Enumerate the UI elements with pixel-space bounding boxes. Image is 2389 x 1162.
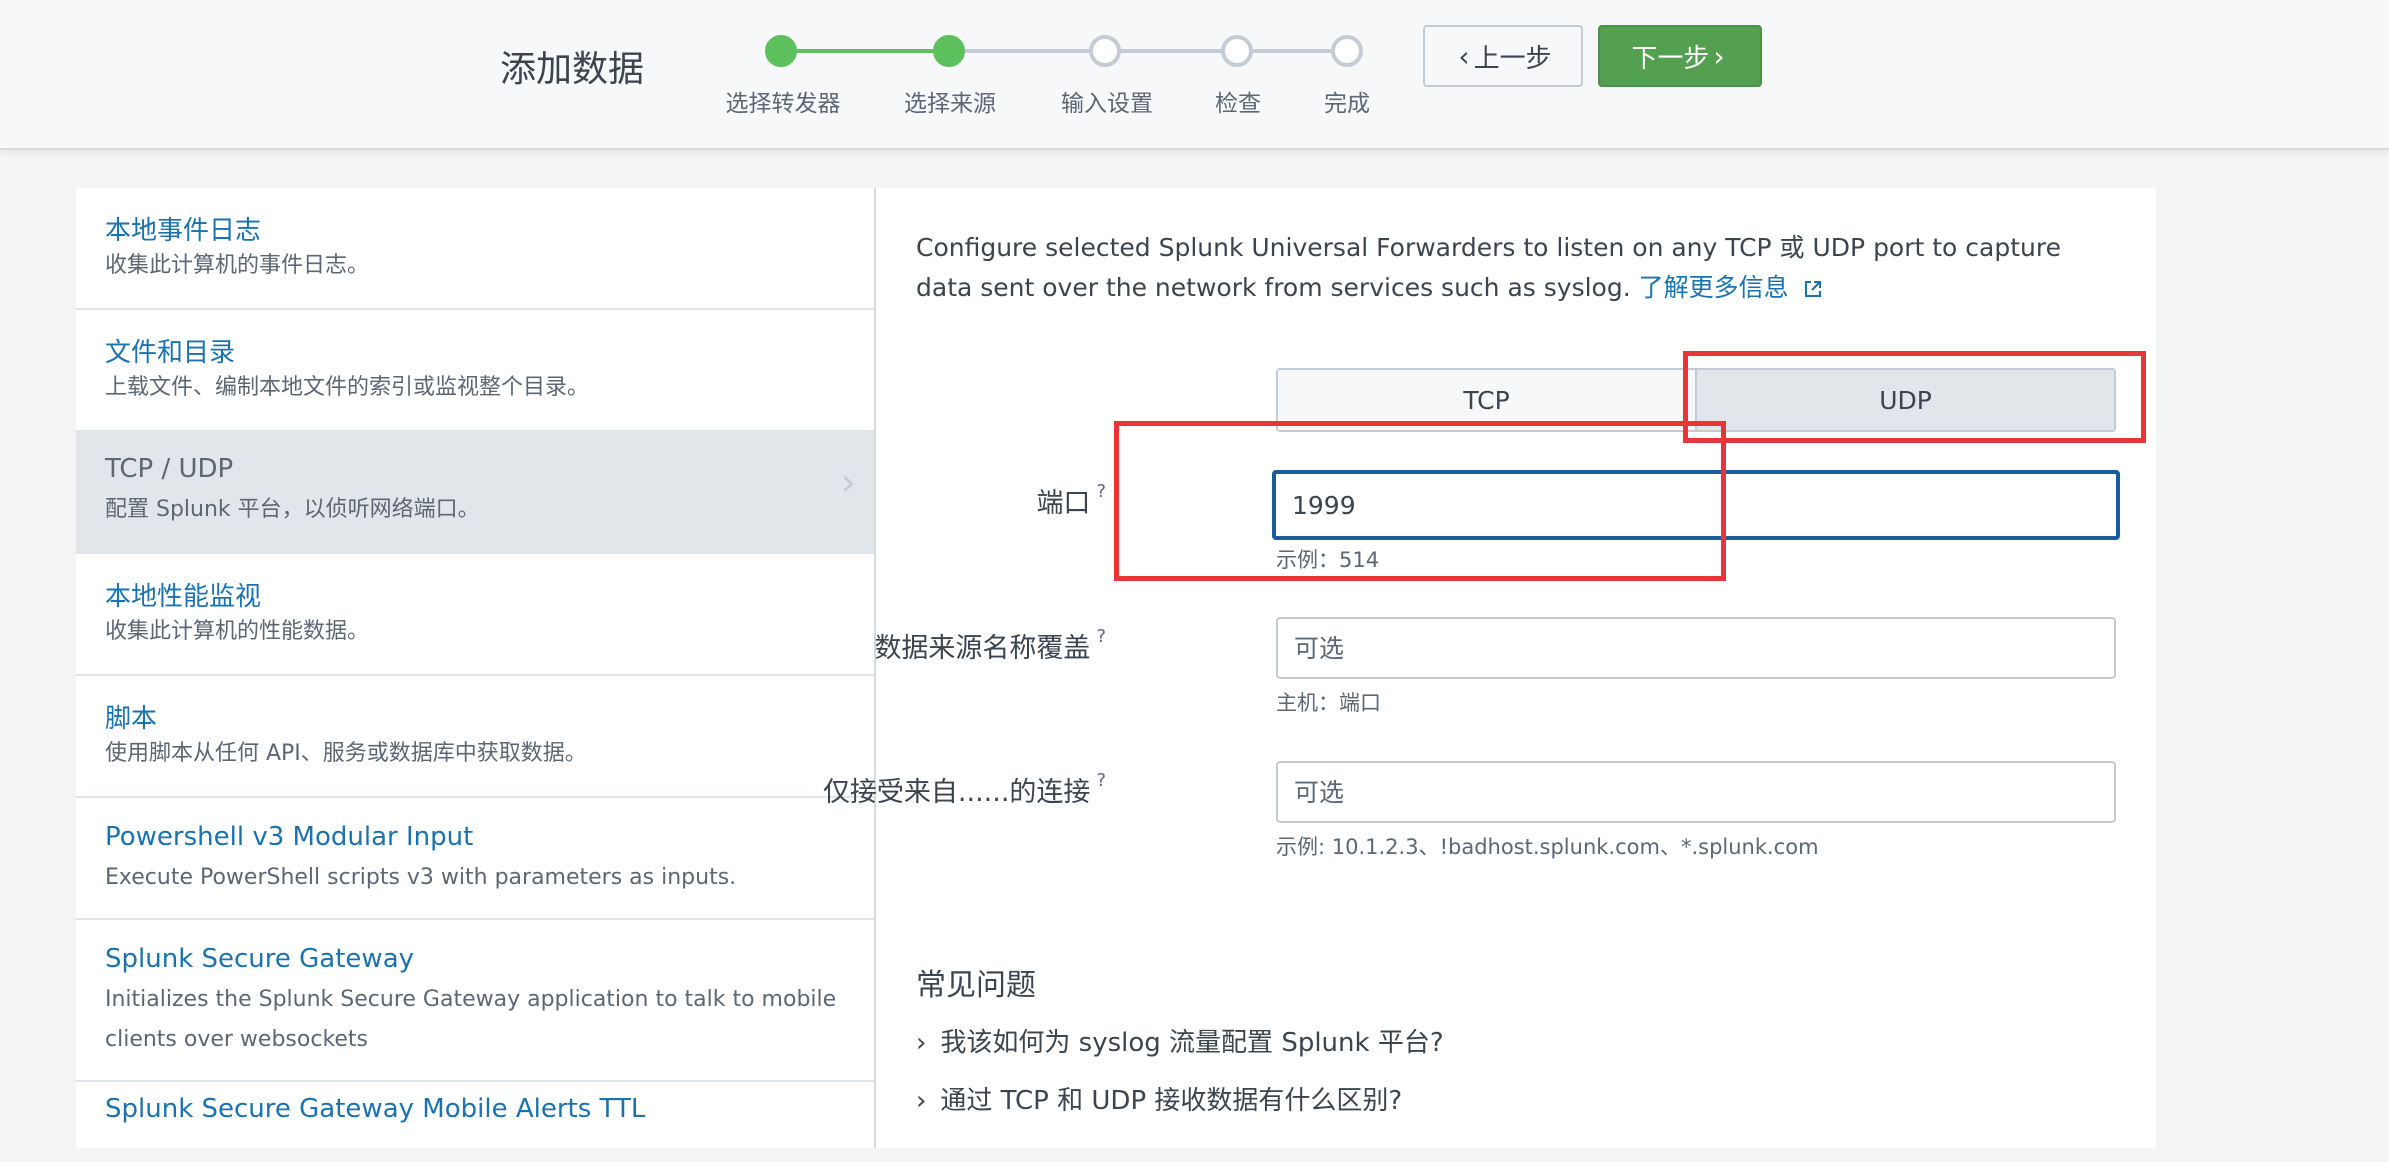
port-label-text: 端口 (1036, 488, 1091, 519)
source-desc: Execute PowerShell scripts v3 with param… (105, 865, 737, 890)
source-item-secure-gateway[interactable]: Splunk Secure Gateway Initializes the Sp… (76, 920, 874, 1082)
next-button[interactable]: 下一步 › (1598, 25, 1762, 87)
step-dot-4 (1221, 35, 1253, 67)
main-panel: Configure selected Splunk Universal Forw… (823, 188, 2156, 1148)
port-input[interactable] (1272, 470, 2120, 540)
help-question-icon[interactable]: ? (1096, 626, 1106, 647)
source-override-help: 主机：端口 (1276, 691, 1381, 715)
source-override-label: 数据来源名称覆盖? (874, 626, 1106, 665)
source-title: Splunk Secure Gateway (105, 944, 415, 974)
faq-item-syslog[interactable]: › 我该如何为 syslog 流量配置 Splunk 平台? (916, 1022, 1444, 1059)
source-title: 本地事件日志 (105, 216, 262, 246)
tcp-button[interactable]: TCP (1278, 370, 1695, 430)
intro-description: Configure selected Splunk Universal Forw… (916, 233, 2061, 302)
step-dot-5 (1331, 35, 1363, 67)
source-desc: Initializes the Splunk Secure Gateway ap… (105, 987, 837, 1052)
chevron-right-icon: › (916, 1086, 927, 1116)
port-label: 端口? (1036, 481, 1106, 520)
source-list: 本地事件日志 收集此计算机的事件日志。 文件和目录 上载文件、编制本地文件的索引… (76, 188, 876, 1148)
source-desc: 上载文件、编制本地文件的索引或监视整个目录。 (105, 375, 590, 400)
accept-from-label-text: 仅接受来自......的连接 (822, 777, 1091, 808)
step-label: 完成 (1324, 91, 1370, 117)
protocol-toggle: TCP UDP (1276, 368, 2116, 432)
header-bar: 添加数据 选择转发器 选择来源 输入设置 检查 完成 ‹ 上一步 下一步 › (0, 0, 2389, 150)
port-help: 示例：514 (1276, 548, 1380, 572)
step-label: 检查 (1215, 91, 1261, 117)
source-title: Powershell v3 Modular Input (105, 822, 474, 852)
source-item-scripts[interactable]: 脚本 使用脚本从任何 API、服务或数据库中获取数据。 (76, 676, 874, 798)
step-connector (949, 49, 1105, 53)
chevron-right-icon: › (1713, 39, 1725, 73)
learn-more-link[interactable]: 了解更多信息 (1639, 273, 1823, 302)
learn-more-label: 了解更多信息 (1638, 273, 1789, 302)
step-connector (1105, 49, 1237, 53)
step-dot-1 (765, 35, 797, 67)
step-label: 输入设置 (1061, 91, 1153, 117)
source-desc: 配置 Splunk 平台，以侦听网络端口。 (105, 497, 480, 522)
source-title: 文件和目录 (105, 338, 236, 368)
accept-from-input[interactable] (1276, 761, 2116, 823)
external-link-icon (1804, 281, 1821, 297)
faq-item-tcp-vs-udp[interactable]: › 通过 TCP 和 UDP 接收数据有什么区别? (916, 1080, 1402, 1117)
chevron-right-icon: › (840, 460, 856, 504)
source-title: TCP / UDP (105, 454, 234, 484)
chevron-right-icon: › (916, 1028, 927, 1058)
source-override-label-text: 数据来源名称覆盖 (874, 633, 1091, 664)
source-title: Splunk Secure Gateway Mobile Alerts TTL (105, 1094, 646, 1124)
source-item-files-directories[interactable]: 文件和目录 上载文件、编制本地文件的索引或监视整个目录。 (76, 310, 874, 432)
step-connector (781, 49, 949, 53)
source-override-input[interactable] (1276, 617, 2116, 679)
source-item-secure-gateway-alerts[interactable]: Splunk Secure Gateway Mobile Alerts TTL (76, 1082, 874, 1162)
faq-title: 常见问题 (916, 968, 1036, 1003)
source-item-local-perfmon[interactable]: 本地性能监视 收集此计算机的性能数据。 (76, 554, 874, 676)
back-button[interactable]: ‹ 上一步 (1423, 25, 1583, 87)
help-question-icon[interactable]: ? (1096, 770, 1106, 791)
source-item-local-event-log[interactable]: 本地事件日志 收集此计算机的事件日志。 (76, 188, 874, 310)
step-label: 选择来源 (904, 91, 996, 117)
accept-from-help: 示例: 10.1.2.3、!badhost.splunk.com、*.splun… (1276, 835, 1819, 859)
next-button-label: 下一步 (1631, 43, 1710, 74)
source-desc: 收集此计算机的事件日志。 (105, 253, 370, 278)
back-button-label: 上一步 (1473, 43, 1552, 74)
source-desc: 使用脚本从任何 API、服务或数据库中获取数据。 (105, 741, 587, 766)
page-title: 添加数据 (500, 49, 645, 90)
source-desc: 收集此计算机的性能数据。 (105, 619, 370, 644)
source-item-tcp-udp[interactable]: TCP / UDP 配置 Splunk 平台，以侦听网络端口。 › (76, 432, 874, 554)
step-label: 选择转发器 (725, 91, 841, 117)
step-dot-2 (933, 35, 965, 67)
step-dot-3 (1089, 35, 1121, 67)
source-item-powershell[interactable]: Powershell v3 Modular Input Execute Powe… (76, 798, 874, 920)
intro-text: Configure selected Splunk Universal Forw… (916, 228, 2116, 308)
udp-button[interactable]: UDP (1695, 370, 2114, 430)
faq-item-text: 我该如何为 syslog 流量配置 Splunk 平台? (940, 1028, 1444, 1058)
accept-from-label: 仅接受来自......的连接? (823, 770, 1106, 809)
help-question-icon[interactable]: ? (1096, 481, 1106, 502)
source-title: 脚本 (105, 704, 158, 734)
source-title: 本地性能监视 (105, 582, 262, 612)
chevron-left-icon: ‹ (1458, 39, 1470, 73)
faq-item-text: 通过 TCP 和 UDP 接收数据有什么区别? (940, 1086, 1403, 1116)
